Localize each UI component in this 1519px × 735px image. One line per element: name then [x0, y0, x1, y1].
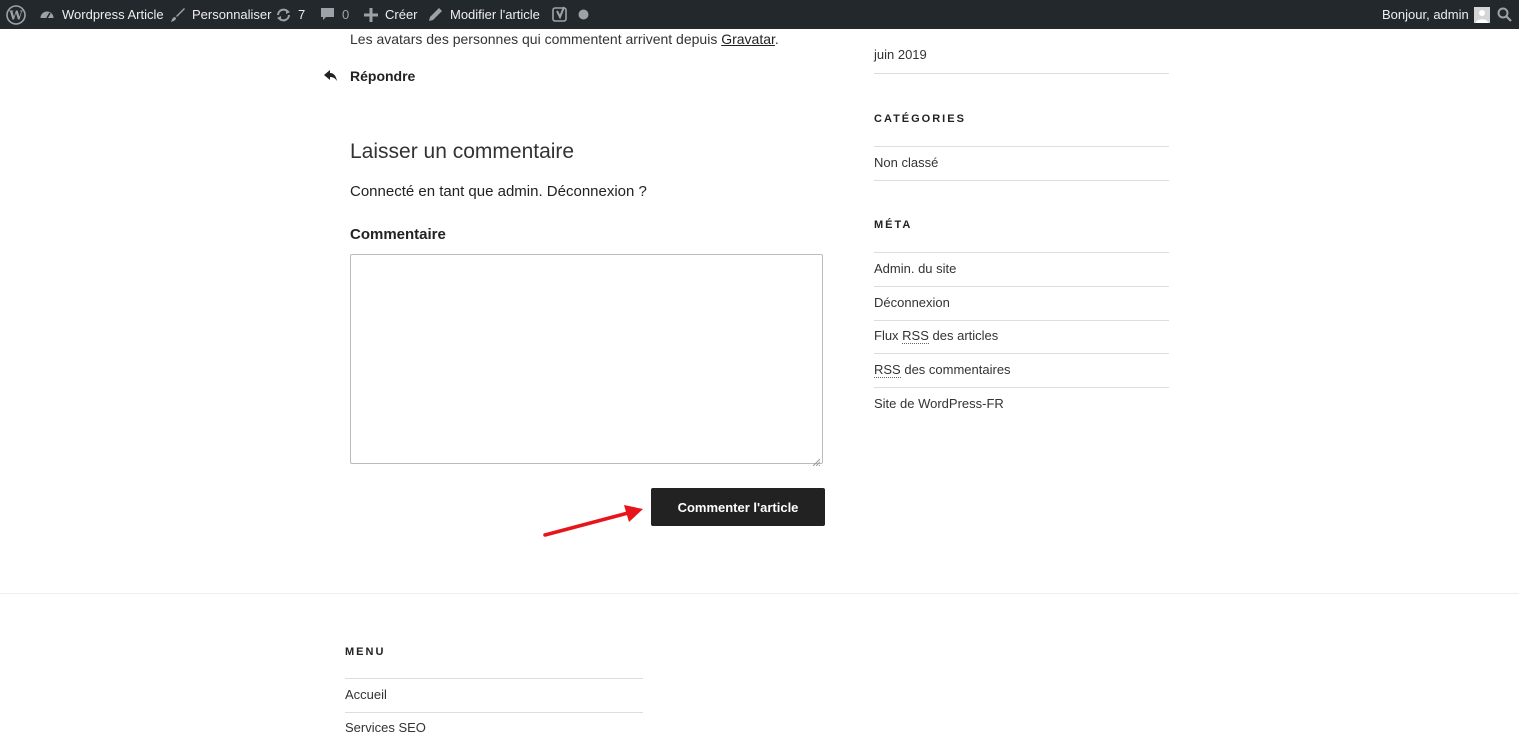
meta-divider-1 — [874, 286, 1169, 287]
comment-textarea[interactable] — [350, 254, 823, 467]
reply-label: Répondre — [350, 68, 416, 84]
comment-bubble-icon — [320, 7, 335, 22]
meta-item-rss-comments[interactable]: RSS des commentaires — [874, 362, 1169, 378]
avatar-icon — [1473, 6, 1490, 23]
updates-link[interactable]: 7 — [275, 0, 305, 29]
site-name: Wordpress Article — [62, 7, 164, 22]
yoast-menu[interactable] — [552, 0, 589, 29]
meta-item-admin[interactable]: Admin. du site — [874, 261, 1169, 276]
category-item[interactable]: Non classé — [874, 155, 1169, 170]
submit-comment-button[interactable]: Commenter l'article — [651, 488, 825, 526]
search-icon — [1497, 7, 1512, 22]
pencil-icon — [428, 7, 443, 22]
new-label: Créer — [385, 7, 418, 22]
comment-field-label: Commentaire — [350, 226, 446, 243]
rss-entries-suffix: des articles — [928, 328, 999, 343]
footer-menu-item-home[interactable]: Accueil — [345, 687, 387, 702]
meta-item-wordpress-label: Site de WordPress-FR — [874, 396, 1004, 411]
admin-bar: W Wordpress Article Personnaliser 7 0 Cr… — [0, 0, 1519, 29]
footer-divider — [0, 593, 1519, 594]
meta-item-logout-label: Déconnexion — [874, 295, 950, 310]
meta-item-wordpress[interactable]: Site de WordPress-FR — [874, 396, 1169, 411]
avatars-note: Les avatars des personnes qui commentent… — [350, 31, 779, 47]
rss-entries-abbr: RSS — [902, 328, 929, 344]
avatars-note-text: Les avatars des personnes qui commentent… — [350, 31, 722, 47]
meta-widget-title: MÉTA — [874, 219, 913, 231]
annotation-arrow — [543, 505, 643, 537]
meta-item-logout[interactable]: Déconnexion — [874, 295, 1169, 310]
edit-post-label: Modifier l'article — [450, 7, 540, 22]
wordpress-logo-icon: W — [6, 4, 26, 25]
updates-icon — [275, 7, 292, 23]
meta-divider-4 — [874, 387, 1169, 388]
wordpress-menu[interactable]: W — [6, 0, 26, 29]
yoast-icon — [552, 6, 569, 24]
updates-count: 7 — [298, 7, 306, 22]
archives-item[interactable]: juin 2019 — [874, 47, 1169, 62]
meta-item-admin-label: Admin. du site — [874, 261, 957, 276]
categories-widget-title: CATÉGORIES — [874, 113, 966, 125]
customize-link[interactable]: Personnaliser — [170, 0, 272, 29]
footer-menu-title: MENU — [345, 646, 386, 658]
dashboard-icon — [39, 7, 55, 23]
rss-comments-abbr: RSS — [874, 362, 901, 378]
gravatar-link[interactable]: Gravatar — [721, 31, 775, 47]
reply-link[interactable]: Répondre — [324, 68, 415, 84]
rss-entries-prefix: Flux — [874, 328, 903, 343]
rss-comments-suffix: des commentaires — [900, 362, 1011, 377]
resize-grip-icon[interactable] — [812, 453, 821, 467]
status-dot-icon — [578, 9, 589, 20]
avatars-note-suffix: . — [774, 31, 779, 47]
categories-bottom-divider — [874, 180, 1169, 181]
archives-item-label: juin 2019 — [874, 47, 927, 62]
meta-item-rss-entries[interactable]: Flux RSS des articles — [874, 328, 1169, 344]
customize-label: Personnaliser — [192, 7, 272, 22]
account-menu[interactable]: Bonjour, admin — [1382, 0, 1490, 29]
comments-link[interactable]: 0 — [320, 0, 349, 29]
comments-count: 0 — [342, 7, 350, 22]
categories-divider — [874, 146, 1169, 147]
meta-divider — [874, 252, 1169, 253]
category-item-label: Non classé — [874, 155, 939, 170]
meta-divider-3 — [874, 353, 1169, 354]
reply-arrow-icon — [324, 70, 340, 82]
search-button[interactable] — [1497, 0, 1512, 29]
new-content-menu[interactable]: Créer — [364, 0, 418, 29]
meta-divider-2 — [874, 320, 1169, 321]
greeting-label: Bonjour, admin — [1382, 7, 1469, 22]
footer-menu-divider-1 — [345, 712, 643, 713]
logged-in-as: Connecté en tant que admin. Déconnexion … — [350, 183, 647, 200]
footer-menu-divider — [345, 678, 643, 679]
plus-icon — [364, 7, 378, 22]
edit-post-link[interactable]: Modifier l'article — [428, 0, 540, 29]
brush-icon — [170, 7, 186, 23]
comment-form-title: Laisser un commentaire — [350, 140, 575, 163]
svg-text:W: W — [8, 8, 23, 22]
archives-divider — [874, 73, 1169, 74]
site-name-menu[interactable]: Wordpress Article — [39, 0, 164, 29]
